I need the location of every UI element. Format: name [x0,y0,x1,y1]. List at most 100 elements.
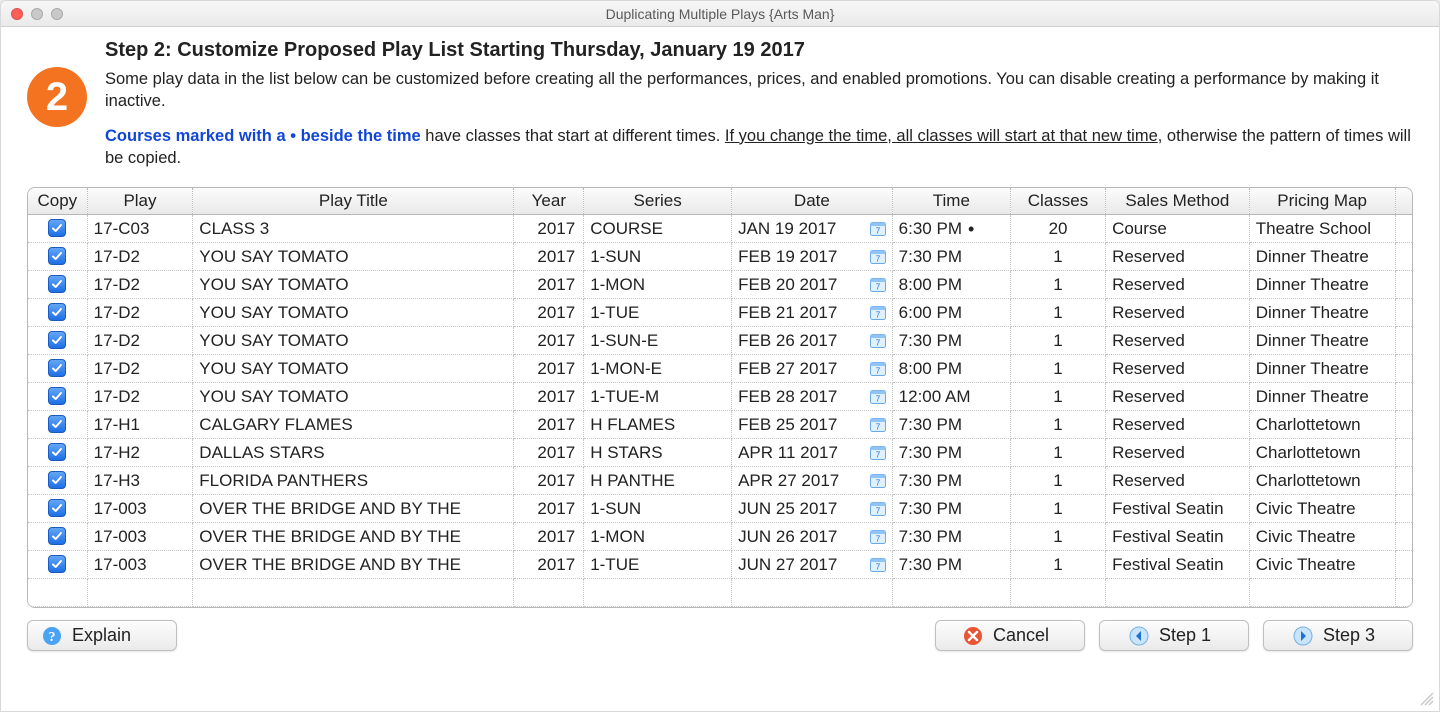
cell-map[interactable]: Charlottetown [1249,467,1395,495]
cell-year[interactable]: 2017 [514,495,584,523]
col-play[interactable]: Play [87,188,193,215]
cell-title[interactable]: CLASS 3 [193,215,514,243]
cell-method[interactable]: Reserved [1106,467,1250,495]
cell-classes[interactable]: 1 [1010,271,1105,299]
cell-title[interactable]: YOU SAY TOMATO [193,299,514,327]
cell-title[interactable]: OVER THE BRIDGE AND BY THE [193,523,514,551]
table-row[interactable]: 17-003OVER THE BRIDGE AND BY THE20171-SU… [28,495,1412,523]
cell-title[interactable]: DALLAS STARS [193,439,514,467]
cell-map[interactable]: Civic Theatre [1249,495,1395,523]
cell-series[interactable]: COURSE [584,215,732,243]
copy-checkbox[interactable] [48,303,66,321]
cell-title[interactable]: YOU SAY TOMATO [193,271,514,299]
cell-classes[interactable]: 1 [1010,439,1105,467]
cell-time[interactable]: 8:00 PM [892,271,1010,299]
calendar-icon[interactable]: 7 [870,473,886,488]
cell-series[interactable]: 1-SUN-E [584,327,732,355]
cell-method[interactable]: Reserved [1106,411,1250,439]
cell-date[interactable]: JUN 25 20177 [732,495,893,523]
copy-checkbox[interactable] [48,555,66,573]
cell-time[interactable]: 7:30 PM [892,327,1010,355]
table-row[interactable]: 17-D2YOU SAY TOMATO20171-MONFEB 20 20177… [28,271,1412,299]
col-title[interactable]: Play Title [193,188,514,215]
copy-checkbox[interactable] [48,359,66,377]
col-classes[interactable]: Classes [1010,188,1105,215]
cell-method[interactable]: Reserved [1106,355,1250,383]
cell-play[interactable]: 17-D2 [87,299,193,327]
cell-method[interactable]: Festival Seatin [1106,523,1250,551]
cell-classes[interactable]: 1 [1010,299,1105,327]
cell-date[interactable]: APR 11 20177 [732,439,893,467]
col-date[interactable]: Date [732,188,893,215]
cell-date[interactable]: JAN 19 20177 [732,215,893,243]
cell-title[interactable]: FLORIDA PANTHERS [193,467,514,495]
cell-time[interactable]: 8:00 PM [892,355,1010,383]
cell-play[interactable]: 17-H3 [87,467,193,495]
table-row[interactable]: 17-H2DALLAS STARS2017H STARSAPR 11 20177… [28,439,1412,467]
copy-checkbox[interactable] [48,443,66,461]
cell-title[interactable]: YOU SAY TOMATO [193,243,514,271]
prev-step-button[interactable]: Step 1 [1099,620,1249,651]
table-row[interactable]: 17-D2YOU SAY TOMATO20171-TUEFEB 21 20177… [28,299,1412,327]
cell-classes[interactable]: 1 [1010,411,1105,439]
cell-method[interactable]: Reserved [1106,299,1250,327]
cell-classes[interactable]: 1 [1010,355,1105,383]
col-map[interactable]: Pricing Map [1249,188,1395,215]
cell-date[interactable]: FEB 21 20177 [732,299,893,327]
cell-classes[interactable]: 1 [1010,327,1105,355]
calendar-icon[interactable]: 7 [870,221,886,236]
cell-play[interactable]: 17-H1 [87,411,193,439]
cell-date[interactable]: JUN 27 20177 [732,551,893,579]
cell-date[interactable]: FEB 28 20177 [732,383,893,411]
table-row[interactable]: 17-D2YOU SAY TOMATO20171-MON-EFEB 27 201… [28,355,1412,383]
cell-play[interactable]: 17-D2 [87,355,193,383]
next-step-button[interactable]: Step 3 [1263,620,1413,651]
cell-series[interactable]: 1-SUN [584,495,732,523]
cell-date[interactable]: FEB 27 20177 [732,355,893,383]
cell-classes[interactable]: 20 [1010,215,1105,243]
table-row[interactable]: 17-D2YOU SAY TOMATO20171-TUE-MFEB 28 201… [28,383,1412,411]
cell-year[interactable]: 2017 [514,523,584,551]
cell-play[interactable]: 17-003 [87,495,193,523]
cell-year[interactable]: 2017 [514,215,584,243]
cell-time[interactable]: 7:30 PM [892,411,1010,439]
table-row[interactable]: 17-C03CLASS 32017COURSEJAN 19 201776:30 … [28,215,1412,243]
cell-year[interactable]: 2017 [514,411,584,439]
cell-method[interactable]: Festival Seatin [1106,551,1250,579]
cell-year[interactable]: 2017 [514,439,584,467]
cell-classes[interactable]: 1 [1010,243,1105,271]
cell-date[interactable]: FEB 19 20177 [732,243,893,271]
cell-map[interactable]: Dinner Theatre [1249,243,1395,271]
col-time[interactable]: Time [892,188,1010,215]
calendar-icon[interactable]: 7 [870,557,886,572]
cell-map[interactable]: Civic Theatre [1249,523,1395,551]
copy-checkbox[interactable] [48,527,66,545]
cell-series[interactable]: 1-TUE-M [584,383,732,411]
calendar-icon[interactable]: 7 [870,361,886,376]
cell-series[interactable]: 1-TUE [584,299,732,327]
cell-series[interactable]: H STARS [584,439,732,467]
table-row[interactable]: 17-D2YOU SAY TOMATO20171-SUNFEB 19 20177… [28,243,1412,271]
cell-title[interactable]: OVER THE BRIDGE AND BY THE [193,551,514,579]
cell-method[interactable]: Reserved [1106,243,1250,271]
cell-title[interactable]: YOU SAY TOMATO [193,383,514,411]
cell-classes[interactable]: 1 [1010,551,1105,579]
cell-year[interactable]: 2017 [514,243,584,271]
cell-date[interactable]: FEB 20 20177 [732,271,893,299]
cell-map[interactable]: Dinner Theatre [1249,383,1395,411]
cell-map[interactable]: Dinner Theatre [1249,355,1395,383]
cell-map[interactable]: Dinner Theatre [1249,327,1395,355]
cancel-button[interactable]: Cancel [935,620,1085,651]
cell-method[interactable]: Reserved [1106,327,1250,355]
cell-date[interactable]: FEB 26 20177 [732,327,893,355]
cell-time[interactable]: 7:30 PM [892,523,1010,551]
cell-classes[interactable]: 1 [1010,495,1105,523]
calendar-icon[interactable]: 7 [870,305,886,320]
copy-checkbox[interactable] [48,499,66,517]
cell-map[interactable]: Civic Theatre [1249,551,1395,579]
table-row[interactable]: 17-D2YOU SAY TOMATO20171-SUN-EFEB 26 201… [28,327,1412,355]
cell-year[interactable]: 2017 [514,355,584,383]
copy-checkbox[interactable] [48,219,66,237]
cell-series[interactable]: H PANTHE [584,467,732,495]
calendar-icon[interactable]: 7 [870,417,886,432]
